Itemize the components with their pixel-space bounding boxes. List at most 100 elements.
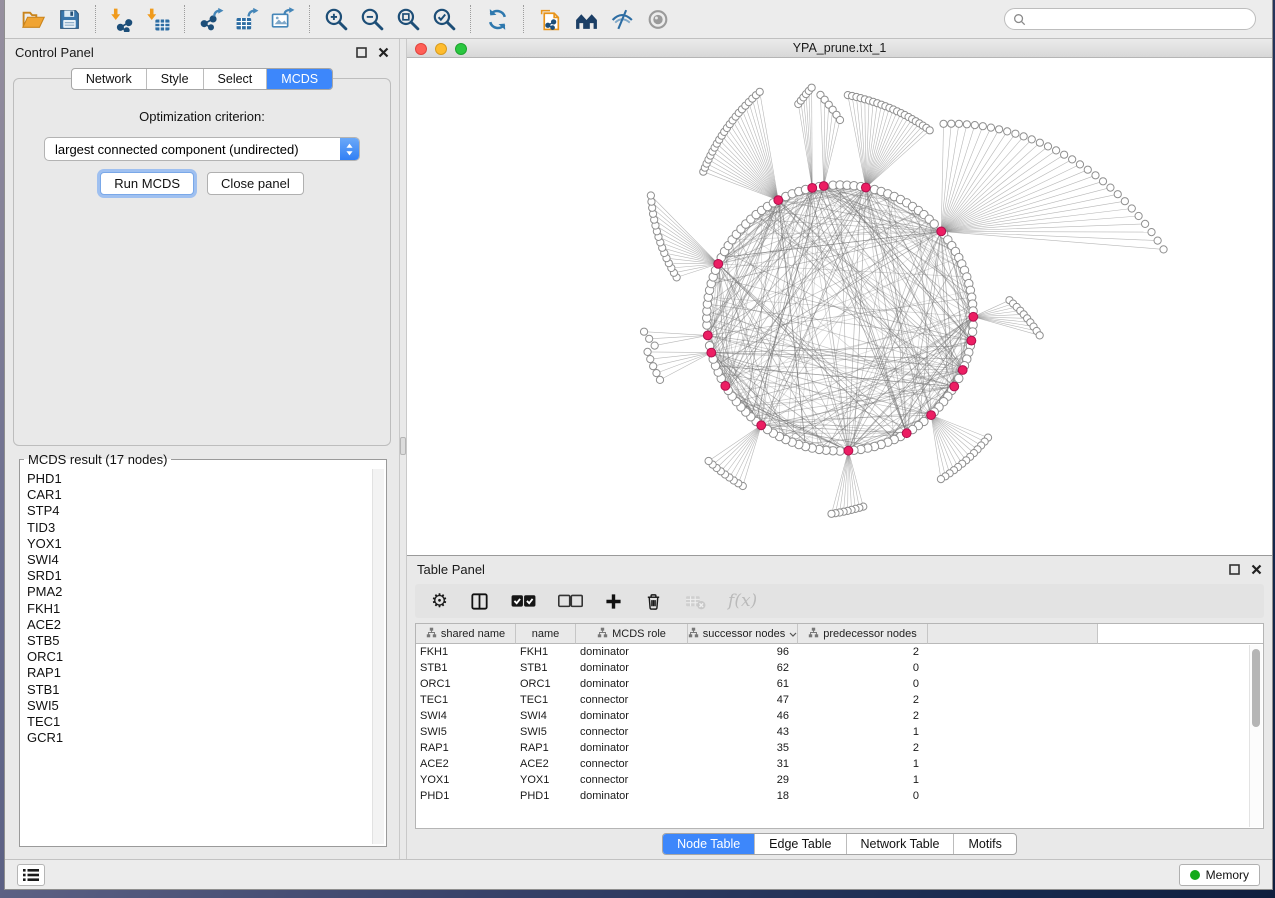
mcds-result-item[interactable]: PHD1 [27,471,386,487]
column-header-shared-name[interactable]: shared name [416,624,516,644]
table-row[interactable]: STB1STB1dominator620 [416,660,1263,676]
table-row[interactable]: SWI5SWI5connector431 [416,724,1263,740]
mcds-result-item[interactable]: ORC1 [27,649,386,665]
search-input[interactable] [1031,12,1247,26]
table-row[interactable]: TEC1TEC1connector472 [416,692,1263,708]
search-box[interactable] [1004,8,1256,30]
table-settings-button[interactable]: ⚙ [431,592,448,611]
mcds-result-item[interactable]: RAP1 [27,665,386,681]
table-panel: Table Panel ⚙f(x) shared namenameMCDS ro… [407,556,1272,859]
open-file-button[interactable] [15,4,51,34]
criterion-dropdown[interactable]: largest connected component (undirected) [44,137,360,161]
task-history-button[interactable] [17,864,45,886]
window-minimize-button[interactable] [435,43,447,55]
table-row[interactable]: ACE2ACE2connector311 [416,756,1263,772]
mcds-result-item[interactable]: STB1 [27,682,386,698]
table-scrollbar-thumb[interactable] [1252,649,1260,727]
column-header-successor-nodes[interactable]: successor nodes [688,624,798,644]
memory-button[interactable]: Memory [1179,864,1260,886]
mcds-result-item[interactable]: ACE2 [27,617,386,633]
export-image-button[interactable] [265,4,301,34]
split-view-button[interactable] [470,592,489,611]
zoom-out-icon [360,7,385,32]
table-tab-network-table[interactable]: Network Table [846,834,954,854]
network-svg[interactable] [407,58,1272,555]
import-table-button[interactable] [140,4,176,34]
export-network-button[interactable] [193,4,229,34]
cell-successor-nodes: 18 [688,790,798,802]
cell-name: FKH1 [516,646,576,658]
tab-select[interactable]: Select [203,69,267,89]
task-list-icon [22,868,40,882]
float-panel-icon[interactable] [356,47,367,58]
table-scrollbar[interactable] [1249,645,1262,827]
mcds-result-item[interactable]: SRD1 [27,568,386,584]
deselect-all-rows-button[interactable] [558,594,583,609]
table-row[interactable]: YOX1YOX1connector291 [416,772,1263,788]
toolbar-separator [95,5,96,33]
table-row[interactable]: SWI4SWI4dominator462 [416,708,1263,724]
import-network-button[interactable] [104,4,140,34]
delete-column-button[interactable] [644,592,663,611]
mcds-result-item[interactable]: SWI5 [27,698,386,714]
cell-mcds-role: connector [576,726,688,738]
mcds-result-item[interactable]: TEC1 [27,714,386,730]
function-builder-button[interactable]: f(x) [728,591,757,611]
save-session-button[interactable] [51,4,87,34]
mcds-result-item[interactable]: PMA2 [27,584,386,600]
table-row[interactable]: FKH1FKH1dominator962 [416,644,1263,660]
close-table-panel-icon[interactable] [1251,564,1262,575]
mcds-result-item[interactable]: CAR1 [27,487,386,503]
export-table-button[interactable] [229,4,265,34]
cell-predecessor-nodes: 2 [798,694,928,706]
table-column-icon [597,627,608,641]
refresh-button[interactable] [479,4,515,34]
birdseye-view-button[interactable] [568,4,604,34]
window-close-button[interactable] [415,43,427,55]
float-table-panel-icon[interactable] [1229,564,1240,575]
column-header-predecessor-nodes[interactable]: predecessor nodes [798,624,928,644]
mcds-list-scrollbar[interactable] [372,469,384,844]
zoom-selected-button[interactable] [426,4,462,34]
mcds-result-item[interactable]: YOX1 [27,536,386,552]
network-window-titlebar[interactable]: YPA_prune.txt_1 [407,39,1272,58]
table-tab-node-table[interactable]: Node Table [663,834,754,854]
mcds-result-item[interactable]: TID3 [27,520,386,536]
column-header-name[interactable]: name [516,624,576,644]
tab-network[interactable]: Network [72,69,146,89]
cell-successor-nodes: 47 [688,694,798,706]
clone-network-button[interactable] [532,4,568,34]
run-mcds-button[interactable]: Run MCDS [100,172,194,195]
zoom-in-button[interactable] [318,4,354,34]
zoom-out-button[interactable] [354,4,390,34]
mcds-result-item[interactable]: STP4 [27,503,386,519]
mcds-result-item[interactable]: STB5 [27,633,386,649]
cell-shared-name: SWI4 [416,710,516,722]
table-tab-edge-table[interactable]: Edge Table [754,834,845,854]
mcds-result-item[interactable]: GCR1 [27,730,386,746]
close-panel-icon[interactable] [378,47,389,58]
close-panel-button[interactable]: Close panel [207,172,304,195]
hide-elements-button[interactable] [604,4,640,34]
table-row[interactable]: RAP1RAP1dominator352 [416,740,1263,756]
table-row[interactable]: PHD1PHD1dominator180 [416,788,1263,804]
tab-style[interactable]: Style [146,69,203,89]
cell-successor-nodes: 43 [688,726,798,738]
select-all-rows-button[interactable] [511,594,536,609]
toolbar-separator [523,5,524,33]
show-hidden-button[interactable] [640,4,676,34]
window-zoom-button[interactable] [455,43,467,55]
delete-table-button[interactable] [685,592,706,611]
zoom-fit-button[interactable] [390,4,426,34]
mcds-result-item[interactable]: FKH1 [27,601,386,617]
column-header-mcds-role[interactable]: MCDS role [576,624,688,644]
panel-splitter[interactable] [399,39,407,859]
cell-predecessor-nodes: 2 [798,710,928,722]
table-tab-motifs[interactable]: Motifs [953,834,1015,854]
network-canvas[interactable] [407,58,1272,555]
create-column-button[interactable] [605,593,622,610]
tab-mcds[interactable]: MCDS [266,69,332,89]
mcds-result-item[interactable]: SWI4 [27,552,386,568]
splitter-handle[interactable] [400,437,406,455]
table-row[interactable]: ORC1ORC1dominator610 [416,676,1263,692]
